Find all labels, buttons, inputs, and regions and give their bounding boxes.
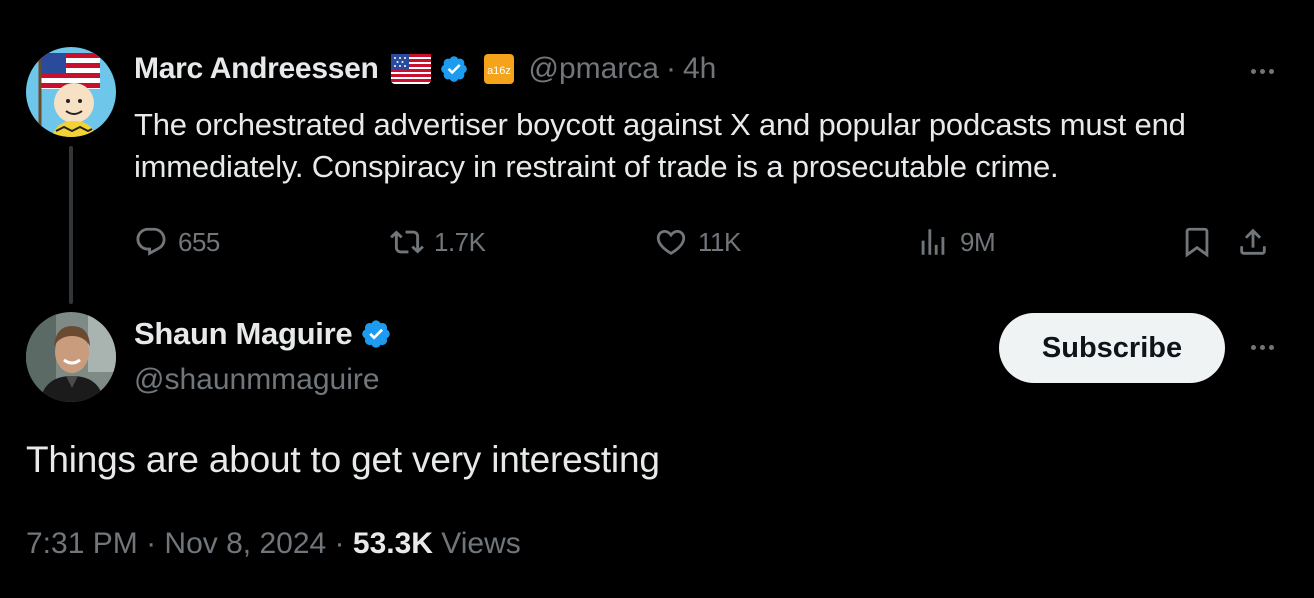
cartoon-avatar-image	[26, 47, 116, 137]
reply-tweet-text: Things are about to get very interesting	[26, 439, 660, 480]
subscribe-button[interactable]: Subscribe	[999, 313, 1225, 383]
reply-count: 655	[178, 226, 220, 257]
repost-icon	[390, 230, 424, 254]
parent-author-name[interactable]: Marc Andreessen	[134, 50, 379, 88]
parent-more-options-icon[interactable]	[1240, 61, 1284, 81]
parent-tweet-time[interactable]: 4h	[683, 50, 716, 88]
parent-action-bar: 655 1.7K 11K 9M	[134, 222, 1284, 262]
profile-photo-image	[26, 312, 116, 402]
bookmark-button[interactable]	[1180, 222, 1214, 262]
repost-count: 1.7K	[434, 226, 486, 257]
tweet-date[interactable]: Nov 8, 2024	[164, 527, 326, 560]
a16z-logo-text: a16z	[487, 65, 511, 77]
reply-author-handle[interactable]: @shaunmmaguire	[134, 360, 380, 400]
views-label: Views	[441, 527, 521, 560]
view-count: 9M	[960, 226, 996, 257]
parent-author-avatar[interactable]	[26, 47, 116, 137]
heart-icon	[656, 229, 686, 255]
reply-more-options-icon[interactable]	[1240, 337, 1284, 357]
share-icon	[1240, 228, 1266, 255]
bookmark-icon	[1185, 227, 1209, 258]
tweet-metadata: 7:31 PM · Nov 8, 2024 · 53.3K Views	[26, 524, 521, 564]
like-count: 11K	[698, 226, 741, 257]
repost-button[interactable]: 1.7K	[390, 222, 486, 262]
reply-icon	[136, 227, 166, 256]
thread-connector-line	[69, 146, 73, 304]
analytics-icon	[921, 229, 945, 255]
views-button[interactable]: 9M	[916, 222, 996, 262]
verified-badge-icon[interactable]	[439, 54, 469, 84]
a16z-affiliation-icon[interactable]: a16z	[483, 53, 515, 85]
tweet-time[interactable]: 7:31 PM	[26, 527, 138, 560]
reply-author-header: Shaun Maguire	[134, 314, 392, 354]
separator-dot: ·	[334, 527, 345, 560]
us-flag-icon	[390, 54, 431, 84]
separator-dot: ·	[666, 52, 676, 85]
views-count[interactable]: 53.3K	[353, 527, 433, 560]
verified-badge-icon[interactable]	[360, 318, 392, 350]
separator-dot: ·	[146, 527, 157, 560]
parent-tweet-text: The orchestrated advertiser boycott agai…	[134, 107, 1186, 184]
share-button[interactable]	[1236, 222, 1270, 262]
reply-author-name[interactable]: Shaun Maguire	[134, 314, 353, 354]
like-button[interactable]: 11K	[654, 222, 741, 262]
parent-author-handle[interactable]: @pmarca	[529, 50, 660, 88]
reply-author-avatar[interactable]	[26, 312, 116, 402]
tweet-detail-view: Marc Andreessen a16z @pmarca · 4h The or…	[0, 0, 1314, 598]
reply-button[interactable]: 655	[134, 222, 220, 262]
parent-tweet-header: Marc Andreessen a16z @pmarca · 4h	[134, 50, 716, 88]
